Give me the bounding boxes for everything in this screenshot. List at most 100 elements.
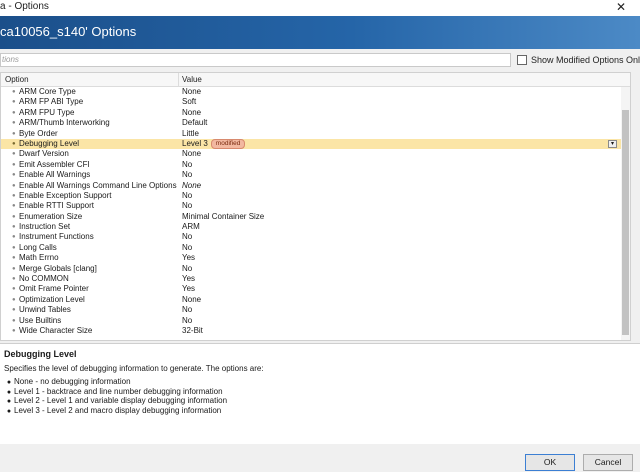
option-name: Long Calls xyxy=(19,242,57,252)
ok-button[interactable]: OK xyxy=(525,454,575,471)
option-name: Debugging Level xyxy=(19,138,80,148)
bullet-icon: ● xyxy=(12,151,16,158)
dropdown-arrow-icon[interactable]: ▾ xyxy=(608,139,617,148)
bullet-icon: ● xyxy=(12,130,16,137)
cancel-button[interactable]: Cancel xyxy=(583,454,633,471)
option-name: ARM Core Type xyxy=(19,87,76,96)
option-row[interactable]: ● ARM/Thumb Interworking Default xyxy=(1,118,630,128)
option-value: Yes xyxy=(182,284,196,294)
option-value: Little xyxy=(182,128,199,138)
bullet-icon: ● xyxy=(12,182,16,189)
option-name: Enable RTTI Support xyxy=(19,201,95,211)
description-text: Specifies the level of debugging informa… xyxy=(4,364,264,373)
option-row[interactable]: ● Omit Frame Pointer Yes xyxy=(1,284,630,294)
option-row[interactable]: ● Unwind Tables No xyxy=(1,305,630,315)
option-value: No xyxy=(182,232,193,242)
option-row[interactable]: ● Long Calls No xyxy=(1,242,630,253)
option-value: Soft xyxy=(182,97,197,107)
option-name: Enable All Warnings xyxy=(19,170,91,180)
option-row[interactable]: ● Enable All Warnings No xyxy=(1,170,630,180)
option-row[interactable]: ● Enumeration Size Minimal Container Size xyxy=(1,211,630,222)
option-row[interactable]: ● Wide Character Size 32-Bit xyxy=(1,325,630,336)
option-value: Yes xyxy=(182,274,196,284)
bullet-icon: ● xyxy=(12,276,16,283)
bullet-icon: ● xyxy=(12,120,16,127)
bullet-icon: ● xyxy=(12,161,16,168)
options-title: ca10056_s140' Options xyxy=(0,24,137,39)
option-value: ARM xyxy=(182,222,200,232)
option-row[interactable]: ● Optimization Level None xyxy=(1,294,630,305)
option-value: Level 3 modified xyxy=(182,138,246,150)
option-value: No xyxy=(182,315,193,325)
bullet-icon: ● xyxy=(12,203,16,210)
option-value: No xyxy=(182,305,193,315)
option-name: Merge Globals [clang] xyxy=(19,263,97,273)
description-list: ● None - no debugging information ● Level … xyxy=(4,377,227,415)
option-name: No COMMON xyxy=(19,274,69,284)
option-row[interactable]: ● Use Builtins No xyxy=(1,315,630,326)
bullet-icon: ● xyxy=(12,265,16,272)
show-modified-label[interactable]: Show Modified Options Only xyxy=(531,55,640,65)
option-value: 32-Bit xyxy=(182,325,203,335)
option-row[interactable]: ● Debugging Level Level 3 modified ▾ xyxy=(1,138,630,150)
options-rows: ● ARM Core Type None ● ARM FP ABI Type Soft ● A… xyxy=(1,87,630,336)
bullet-icon: ● xyxy=(12,192,16,199)
column-header-option[interactable]: Option xyxy=(5,75,29,84)
description-heading: Debugging Level xyxy=(4,349,77,359)
show-modified-checkbox[interactable] xyxy=(517,55,527,65)
bullet-icon: ● xyxy=(6,407,12,415)
option-value: No xyxy=(182,159,193,169)
option-row[interactable]: ● Instrument Functions No xyxy=(1,232,630,242)
description-item: ● Level 1 - backtrace and line number deb… xyxy=(4,387,227,397)
option-row[interactable]: ● Enable RTTI Support No xyxy=(1,201,630,211)
option-row[interactable]: ● ARM FP ABI Type Soft xyxy=(1,97,630,107)
column-header-value[interactable]: Value xyxy=(182,75,202,84)
option-row[interactable]: ● ARM Core Type None xyxy=(1,87,630,97)
description-item: ● Level 3 - Level 2 and macro display deb… xyxy=(4,406,227,416)
option-name: Instrument Functions xyxy=(19,232,94,242)
dialog-footer: OK Cancel xyxy=(0,444,640,472)
option-value: No xyxy=(182,170,193,180)
column-separator[interactable] xyxy=(178,73,179,86)
option-name: Math Errno xyxy=(19,253,59,263)
option-name: ARM FPU Type xyxy=(19,107,75,117)
description-item: ● None - no debugging information xyxy=(4,377,227,387)
option-value: No xyxy=(182,263,193,273)
bullet-icon: ● xyxy=(12,172,16,179)
option-name: Instruction Set xyxy=(19,222,71,232)
option-name: Omit Frame Pointer xyxy=(19,284,89,294)
filter-row: tions Show Modified Options Only xyxy=(0,52,640,70)
option-value: None xyxy=(182,294,202,304)
option-row[interactable]: ● Merge Globals [clang] No xyxy=(1,263,630,274)
description-item: ● Level 2 - Level 1 and variable display … xyxy=(4,396,227,406)
description-panel: Debugging Level Specifies the level of d… xyxy=(0,343,640,445)
option-name: Byte Order xyxy=(19,128,58,138)
option-value: Default xyxy=(182,118,208,128)
filter-input[interactable]: tions xyxy=(0,53,511,67)
option-row[interactable]: ● Enable Exception Support No xyxy=(1,190,630,201)
option-name: Optimization Level xyxy=(19,294,85,304)
option-value: No xyxy=(182,190,193,200)
window-title: a - Options xyxy=(0,1,49,12)
modified-badge: modified xyxy=(210,138,246,149)
option-row[interactable]: ● Instruction Set ARM xyxy=(1,222,630,232)
option-row[interactable]: ● Enable All Warnings Command Line Option… xyxy=(1,180,630,191)
close-icon[interactable]: ✕ xyxy=(602,0,640,16)
bullet-icon: ● xyxy=(12,317,16,324)
bullet-icon: ● xyxy=(12,224,16,231)
bullet-icon: ● xyxy=(12,255,16,262)
option-name: ARM/Thumb Interworking xyxy=(19,118,110,128)
option-row[interactable]: ● No COMMON Yes xyxy=(1,274,630,284)
scrollbar-thumb[interactable] xyxy=(622,110,629,335)
option-row[interactable]: ● Dwarf Version None xyxy=(1,149,630,159)
option-name: Enable All Warnings Command Line Options xyxy=(19,180,177,190)
bullet-icon: ● xyxy=(12,234,16,241)
option-row[interactable]: ● Byte Order Little xyxy=(1,128,630,139)
option-name: Enumeration Size xyxy=(19,211,83,221)
option-row[interactable]: ● Math Errno Yes xyxy=(1,253,630,263)
column-header: Option Value xyxy=(1,73,630,87)
option-row[interactable]: ● Emit Assembler CFI No xyxy=(1,159,630,170)
bullet-icon: ● xyxy=(12,307,16,314)
bullet-icon: ● xyxy=(12,140,16,147)
option-row[interactable]: ● ARM FPU Type None xyxy=(1,107,630,118)
